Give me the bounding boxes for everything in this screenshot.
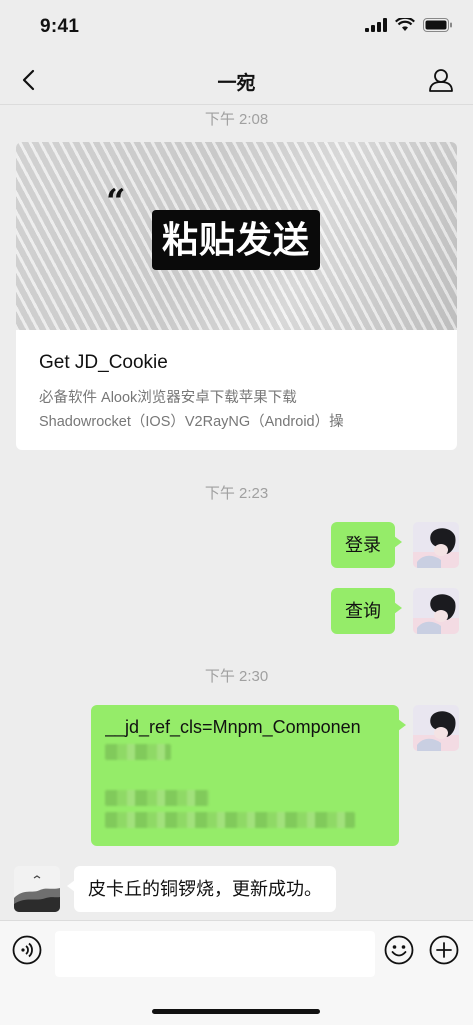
message-text: __jd_ref_cls=Mnpm_Componen (105, 717, 361, 737)
redacted-text (105, 812, 355, 828)
avatar-image (413, 588, 459, 634)
card-description-line: 必备软件 Alook浏览器安卓下载苹果下载 (39, 390, 297, 406)
voice-icon (12, 935, 42, 965)
back-button[interactable] (14, 66, 42, 94)
profile-icon (429, 69, 453, 92)
timestamp: 下午 2:23 (204, 485, 269, 502)
chat-title: 一宛 (217, 73, 256, 94)
battery-icon (423, 18, 452, 32)
message-text: 登录 (345, 535, 381, 555)
message-text: 皮卡丘的铜锣烧，更新成功。 (88, 879, 322, 899)
chat-info-button[interactable] (427, 66, 455, 94)
nav-bar: 一宛 (0, 56, 473, 105)
redacted-text (105, 744, 171, 760)
redacted-text (105, 790, 209, 806)
home-indicator[interactable] (152, 1009, 320, 1014)
emoji-button[interactable] (384, 935, 414, 965)
status-icons (365, 18, 453, 32)
avatar-image (413, 705, 459, 751)
message-text: 查询 (345, 601, 381, 621)
emoji-icon (384, 935, 414, 965)
more-actions-button[interactable] (429, 935, 459, 965)
my-avatar[interactable] (413, 705, 459, 751)
sent-message-bubble[interactable]: __jd_ref_cls=Mnpm_Componen (91, 705, 406, 846)
timestamp: 下午 2:30 (204, 668, 269, 685)
card-title: Get JD_Cookie (39, 352, 168, 373)
status-bar: 9:41 (0, 0, 473, 56)
avatar-image (413, 522, 459, 568)
timestamp: 下午 2:08 (204, 111, 269, 128)
my-avatar[interactable] (413, 522, 459, 568)
received-message-bubble[interactable]: 皮卡丘的铜锣烧，更新成功。 (67, 866, 336, 912)
card-banner-text: 粘贴发送 (152, 210, 321, 270)
voice-input-button[interactable] (12, 935, 42, 965)
back-icon (22, 69, 35, 91)
card-description-line: Shadowrocket（IOS）V2RayNG（Android）操 (39, 414, 344, 430)
contact-avatar[interactable] (14, 866, 60, 912)
wifi-icon (395, 18, 415, 31)
avatar-image (14, 866, 60, 912)
sent-message-bubble[interactable]: 登录 (331, 522, 402, 568)
my-avatar[interactable] (413, 588, 459, 634)
link-card[interactable]: “ 粘贴发送 Get JD_Cookie 必备软件 Alook浏览器安卓下载苹果… (16, 142, 457, 450)
quote-mark: “ (106, 182, 126, 222)
status-time: 9:41 (40, 16, 80, 37)
signal-icon (365, 18, 387, 32)
message-input[interactable] (55, 931, 375, 977)
card-thumbnail: “ 粘贴发送 (16, 142, 457, 330)
sent-message-bubble[interactable]: 查询 (331, 588, 402, 634)
card-description: 必备软件 Alook浏览器安卓下载苹果下载 Shadowrocket（IOS）V… (39, 386, 439, 434)
plus-icon (429, 935, 459, 965)
